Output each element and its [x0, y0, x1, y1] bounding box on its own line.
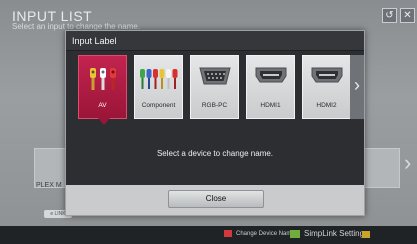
- av-jacks-icon: [79, 66, 126, 97]
- simplink-setting[interactable]: SimpLink Setting: [290, 229, 364, 238]
- input-tile-hdmi1[interactable]: HDMI1: [246, 55, 295, 119]
- exit-icon: ✕: [403, 10, 412, 21]
- exit-button[interactable]: ✕: [400, 8, 415, 23]
- dialog-message: Select a device to change name.: [156, 149, 274, 158]
- yellow-key-icon: [362, 231, 370, 238]
- input-tile-label: AV: [98, 102, 107, 109]
- hdmi-port-icon: [303, 66, 350, 89]
- input-tile-label: Component: [141, 102, 176, 109]
- component-jacks-icon: [135, 66, 182, 97]
- hdmi-port-icon: [247, 66, 294, 89]
- back-button[interactable]: ↺: [382, 8, 397, 23]
- input-tile-hdmi2[interactable]: HDMI2: [302, 55, 351, 119]
- close-button[interactable]: Close: [168, 190, 264, 208]
- bottom-bar: Change Device Name SimpLink Setting: [0, 226, 417, 244]
- dialog-title: Input Label: [66, 31, 364, 51]
- dialog-footer: Close: [66, 185, 364, 215]
- input-tile-label: HDMI1: [260, 102, 281, 109]
- input-tiles: AV Component RGB-PC HDMI1 HDMI2 ›: [78, 55, 364, 125]
- green-key-icon: [290, 229, 300, 238]
- background-next-arrow-icon: ›: [404, 150, 412, 175]
- input-tile-component[interactable]: Component: [134, 55, 183, 119]
- selection-pointer: [98, 118, 110, 125]
- input-tile-av[interactable]: AV: [78, 55, 127, 125]
- input-tile-label: RGB-PC: [201, 102, 228, 109]
- red-key-icon: [224, 230, 232, 237]
- input-tile-rgb-pc[interactable]: RGB-PC: [190, 55, 239, 119]
- next-inputs-chevron-icon[interactable]: ›: [350, 55, 364, 119]
- back-icon: ↺: [385, 10, 394, 21]
- input-label-dialog: Input Label AV Component RGB-PC HDMI1 HD…: [65, 30, 365, 216]
- input-tile-label: HDMI2: [316, 102, 337, 109]
- vga-port-icon: [191, 66, 238, 91]
- change-device-name-hint[interactable]: Change Device Name: [224, 230, 295, 237]
- background-card-label: PLEX M: [36, 182, 62, 189]
